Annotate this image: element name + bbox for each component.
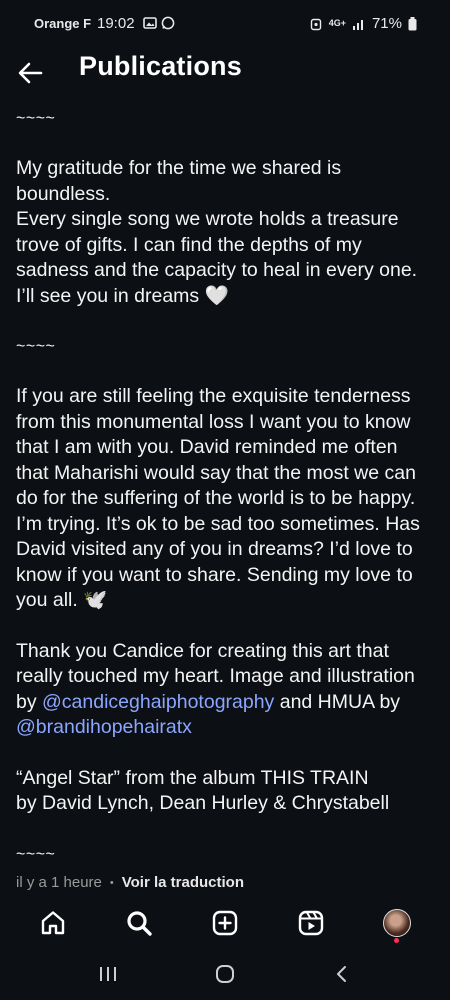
separator: ~~~~ (16, 845, 56, 863)
back-arrow-icon[interactable] (16, 58, 46, 88)
battery-icon (408, 16, 417, 30)
clock: 19:02 (97, 15, 135, 32)
back-chevron-icon[interactable] (331, 963, 353, 985)
timestamp: il y a 1 heure (16, 874, 102, 891)
whatsapp-icon (161, 16, 175, 30)
network-type: 4G+ (328, 18, 346, 28)
home-circle-icon[interactable] (214, 963, 236, 985)
battery-percent: 71% (371, 15, 402, 32)
status-bar: Orange F 19:02 4G+ 71% (0, 0, 450, 50)
nav-profile[interactable] (367, 899, 427, 947)
separator: ~~~~ (16, 110, 56, 127)
bottom-nav (0, 898, 450, 948)
header: Publications (0, 50, 450, 100)
nav-create[interactable] (195, 899, 255, 947)
status-right: 4G+ 71% (309, 15, 417, 32)
paragraph-song-credit: “Angel Star” from the album THIS TRAIN b… (16, 766, 390, 815)
nav-home[interactable] (23, 899, 83, 947)
carrier-label: Orange F (34, 16, 92, 31)
alarm-icon (310, 18, 321, 30)
notification-icons (143, 16, 175, 30)
create-icon (212, 910, 238, 936)
paragraph-credits: Thank you Candice for creating this art … (16, 639, 415, 739)
signal-icon (352, 19, 363, 30)
nav-reels[interactable] (281, 899, 341, 947)
home-icon (41, 911, 65, 935)
post-meta: il y a 1 heure • Voir la traduction (16, 874, 244, 891)
system-nav (0, 948, 450, 1000)
nav-search[interactable] (109, 899, 169, 947)
search-icon (127, 911, 152, 936)
recents-icon[interactable] (97, 964, 119, 984)
notification-dot (394, 938, 399, 943)
reels-icon (298, 910, 324, 936)
see-translation-link[interactable]: Voir la traduction (122, 874, 244, 891)
avatar (383, 909, 411, 937)
paragraph-tenderness: If you are still feeling the exquisite t… (16, 385, 420, 611)
gallery-icon (143, 17, 157, 29)
paragraph-gratitude: My gratitude for the time we shared is b… (16, 157, 418, 307)
mention-link-candice[interactable]: @candiceghaiphotography (42, 691, 274, 713)
separator: ~~~~ (16, 338, 56, 355)
mention-link-brandi[interactable]: @brandihopehairatx (16, 716, 192, 738)
post-caption: ~~~~ My gratitude for the time we shared… (16, 100, 434, 896)
meta-dot: • (109, 876, 114, 889)
page-title: Publications (79, 51, 242, 81)
